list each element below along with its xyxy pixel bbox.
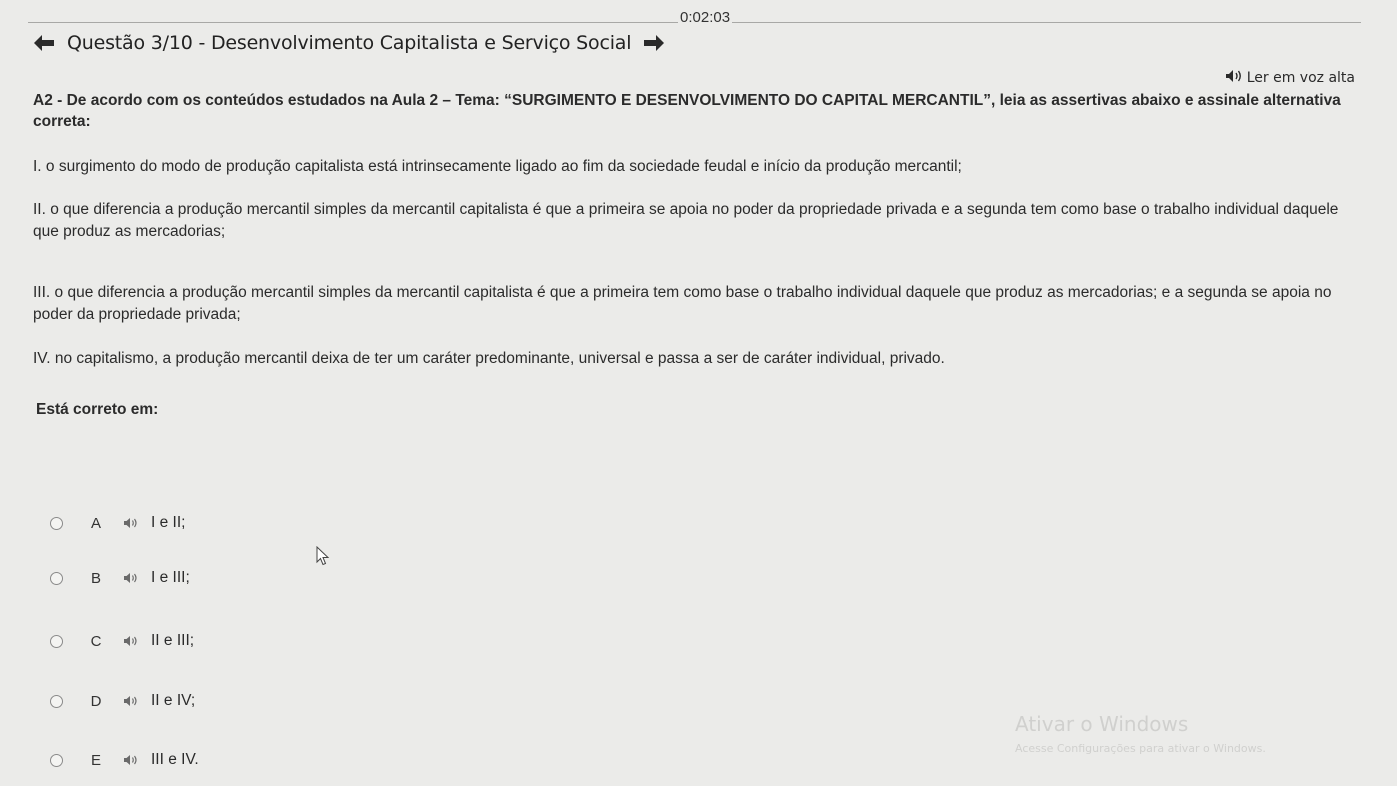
option-e[interactable]: E III e IV. — [50, 748, 199, 772]
radio-button[interactable] — [50, 634, 63, 648]
radio-button[interactable] — [50, 753, 63, 767]
option-text: II e III; — [151, 632, 195, 649]
option-letter: D — [90, 692, 102, 710]
option-a[interactable]: A I e II; — [50, 511, 185, 535]
question-text: A2 - De acordo com os conteúdos estudado… — [33, 92, 1341, 130]
arrow-right-icon[interactable] — [641, 31, 667, 55]
option-text: I e III; — [151, 569, 190, 586]
read-aloud-label: Ler em voz alta — [1246, 70, 1355, 86]
speaker-icon[interactable] — [123, 695, 145, 707]
option-d[interactable]: D II e IV; — [50, 689, 195, 713]
radio-button[interactable] — [50, 516, 63, 530]
option-text: I e II; — [151, 514, 186, 531]
option-text: II e IV; — [151, 692, 196, 709]
speaker-icon — [1225, 69, 1243, 87]
option-b[interactable]: B I e III; — [50, 566, 190, 590]
question-header: Questão 3/10 - Desenvolvimento Capitalis… — [31, 31, 667, 55]
speaker-icon[interactable] — [123, 517, 145, 529]
read-aloud-button[interactable]: Ler em voz alta — [1225, 69, 1355, 87]
statement-2: II. o que diferencia a produção mercanti… — [33, 201, 1339, 240]
statement-4: IV. no capitalismo, a produção mercantil… — [33, 350, 945, 367]
windows-activation-watermark: Ativar o Windows Acesse Configurações pa… — [1015, 712, 1266, 755]
mouse-pointer-icon — [316, 545, 330, 571]
watermark-subtitle: Acesse Configurações para ativar o Windo… — [1015, 742, 1266, 755]
radio-button[interactable] — [50, 571, 63, 585]
speaker-icon[interactable] — [123, 754, 145, 766]
option-letter: B — [90, 569, 101, 587]
option-letter: A — [90, 514, 101, 532]
option-text: III e IV. — [151, 751, 199, 768]
option-letter: E — [90, 751, 101, 769]
question-title: Questão 3/10 - Desenvolvimento Capitalis… — [67, 32, 632, 54]
statement-1: I. o surgimento do modo de produção capi… — [33, 158, 962, 175]
option-c[interactable]: C II e III; — [50, 629, 194, 653]
speaker-icon[interactable] — [123, 635, 145, 647]
option-letter: C — [90, 632, 102, 650]
answer-prompt: Está correto em: — [36, 401, 159, 418]
watermark-title: Ativar o Windows — [1015, 712, 1189, 736]
arrow-left-icon[interactable] — [31, 31, 57, 55]
radio-button[interactable] — [50, 694, 63, 708]
timer: 0:02:03 — [678, 9, 733, 26]
speaker-icon[interactable] — [123, 572, 145, 584]
statement-3: III. o que diferencia a produção mercant… — [33, 284, 1332, 323]
